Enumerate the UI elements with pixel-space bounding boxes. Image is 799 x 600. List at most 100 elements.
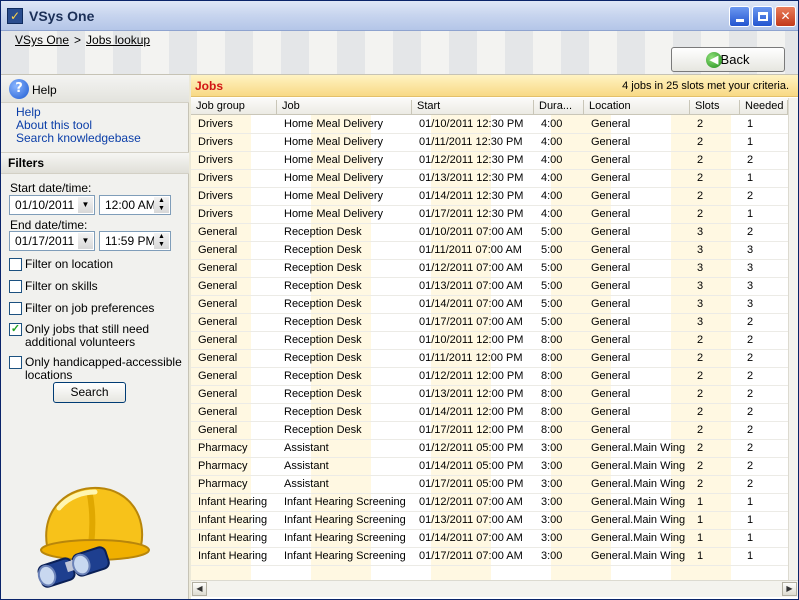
title-bar[interactable]: ✓ VSys One ✕ bbox=[1, 1, 798, 31]
cell-start: 01/17/2011 05:00 PM bbox=[419, 478, 524, 490]
table-row[interactable]: General Reception Desk 01/10/2011 07:00 AM… bbox=[191, 224, 788, 242]
table-row[interactable]: Pharmacy Assistant 01/17/2011 05:00 PM 3:00… bbox=[191, 476, 788, 494]
cell-duration: 8:00 bbox=[541, 334, 563, 346]
cell-slots: 3 bbox=[697, 298, 704, 310]
help-title: Help bbox=[32, 83, 57, 97]
table-row[interactable]: General Reception Desk 01/13/2011 07:00 AM… bbox=[191, 278, 788, 296]
cell-location: General.Main Wing bbox=[591, 460, 686, 472]
cell-slots: 1 bbox=[697, 550, 704, 562]
table-row[interactable]: General Reception Desk 01/11/2011 07:00 AM… bbox=[191, 242, 788, 260]
cell-start: 01/11/2011 07:00 AM bbox=[419, 244, 522, 256]
close-icon: ✕ bbox=[780, 9, 791, 23]
cell-start: 01/17/2011 12:30 PM bbox=[419, 208, 524, 220]
table-row[interactable]: Infant Hearing Infant Hearing Screening 01… bbox=[191, 494, 788, 512]
table-row[interactable]: General Reception Desk 01/12/2011 12:00 PM… bbox=[191, 368, 788, 386]
hardhat-binoculars-icon bbox=[37, 486, 150, 588]
cell-location: General bbox=[591, 388, 631, 400]
checkmark-icon[interactable]: ✓ bbox=[9, 323, 22, 336]
table-row[interactable]: Drivers Home Meal Delivery 01/12/2011 12:3… bbox=[191, 152, 788, 170]
cell-needed: 2 bbox=[747, 352, 754, 364]
spin-updown-icon[interactable]: ▲ ▼ bbox=[154, 197, 169, 213]
table-row[interactable]: Pharmacy Assistant 01/12/2011 05:00 PM 3:00… bbox=[191, 440, 788, 458]
end-date-picker[interactable]: 01/17/2011 ▼ bbox=[9, 231, 95, 251]
jobs-grid[interactable]: Job group Job Start Dura... Location Slo… bbox=[191, 98, 788, 580]
column-header-job-group[interactable]: Job group bbox=[191, 100, 277, 115]
table-row[interactable]: Drivers Home Meal Delivery 01/11/2011 12:3… bbox=[191, 134, 788, 152]
breadcrumb-separator: > bbox=[74, 33, 82, 47]
jobs-summary: 4 jobs in 25 slots met your criteria. bbox=[622, 80, 789, 92]
checkbox-box[interactable] bbox=[9, 280, 22, 293]
vertical-scrollbar[interactable] bbox=[788, 98, 798, 580]
cell-job: Assistant bbox=[284, 478, 329, 490]
table-row[interactable]: General Reception Desk 01/10/2011 12:00 PM… bbox=[191, 332, 788, 350]
column-header-location[interactable]: Location bbox=[584, 100, 690, 115]
checkbox-box[interactable] bbox=[9, 302, 22, 315]
table-row[interactable]: General Reception Desk 01/12/2011 07:00 AM… bbox=[191, 260, 788, 278]
breadcrumb-home-link[interactable]: VSys One bbox=[15, 33, 69, 47]
cell-job: Reception Desk bbox=[284, 406, 362, 418]
back-button[interactable]: ◀ Back bbox=[671, 47, 785, 72]
cell-needed: 3 bbox=[747, 262, 754, 274]
cell-job: Home Meal Delivery bbox=[284, 172, 384, 184]
table-row[interactable]: General Reception Desk 01/11/2011 12:00 PM… bbox=[191, 350, 788, 368]
grid-rows: Drivers Home Meal Delivery 01/10/2011 12:3… bbox=[191, 116, 788, 566]
scroll-right-icon[interactable]: ▶ bbox=[782, 582, 797, 596]
table-row[interactable]: General Reception Desk 01/17/2011 07:00 AM… bbox=[191, 314, 788, 332]
column-header-start[interactable]: Start bbox=[412, 100, 534, 115]
filter-skills-label: Filter on skills bbox=[25, 279, 98, 293]
table-row[interactable]: Pharmacy Assistant 01/14/2011 05:00 PM 3:00… bbox=[191, 458, 788, 476]
table-row[interactable]: Drivers Home Meal Delivery 01/13/2011 12:3… bbox=[191, 170, 788, 188]
start-time-spinner[interactable]: 12:00 AM ▲ ▼ bbox=[99, 195, 171, 215]
column-header-needed[interactable]: Needed bbox=[740, 100, 788, 115]
cell-duration: 5:00 bbox=[541, 226, 563, 238]
table-row[interactable]: Infant Hearing Infant Hearing Screening 01… bbox=[191, 548, 788, 566]
cell-location: General bbox=[591, 352, 631, 364]
horizontal-scrollbar[interactable]: ◀ ▶ bbox=[191, 580, 798, 597]
cell-duration: 3:00 bbox=[541, 442, 563, 454]
cell-slots: 1 bbox=[697, 496, 704, 508]
search-knowledgebase-link[interactable]: Search knowledgebase bbox=[16, 132, 141, 145]
table-row[interactable]: Drivers Home Meal Delivery 01/10/2011 12:3… bbox=[191, 116, 788, 134]
maximize-button[interactable] bbox=[752, 6, 773, 27]
column-header-job[interactable]: Job bbox=[277, 100, 412, 115]
minimize-button[interactable] bbox=[729, 6, 750, 27]
cell-needed: 2 bbox=[747, 370, 754, 382]
cell-duration: 3:00 bbox=[541, 460, 563, 472]
chevron-down-icon[interactable]: ▼ bbox=[78, 197, 93, 213]
table-row[interactable]: Infant Hearing Infant Hearing Screening 01… bbox=[191, 530, 788, 548]
checkbox-box[interactable] bbox=[9, 258, 22, 271]
checkbox-box[interactable] bbox=[9, 356, 22, 369]
spin-updown-icon[interactable]: ▲ ▼ bbox=[154, 233, 169, 249]
end-time-spinner[interactable]: 11:59 PM ▲ ▼ bbox=[99, 231, 171, 251]
cell-slots: 2 bbox=[697, 478, 704, 490]
table-row[interactable]: General Reception Desk 01/14/2011 07:00 AM… bbox=[191, 296, 788, 314]
cell-location: General bbox=[591, 370, 631, 382]
cell-job-group: General bbox=[198, 388, 238, 400]
start-date-picker[interactable]: 01/10/2011 ▼ bbox=[9, 195, 95, 215]
table-row[interactable]: Drivers Home Meal Delivery 01/14/2011 12:3… bbox=[191, 188, 788, 206]
table-row[interactable]: Drivers Home Meal Delivery 01/17/2011 12:3… bbox=[191, 206, 788, 224]
table-row[interactable]: General Reception Desk 01/17/2011 12:00 PM… bbox=[191, 422, 788, 440]
cell-start: 01/13/2011 07:00 AM bbox=[419, 514, 523, 526]
breadcrumb-current-link[interactable]: Jobs lookup bbox=[86, 33, 150, 47]
column-header-slots[interactable]: Slots bbox=[690, 100, 740, 115]
search-button[interactable]: Search bbox=[53, 382, 126, 403]
chevron-down-icon[interactable]: ▼ bbox=[78, 233, 93, 249]
cell-start: 01/13/2011 12:00 PM bbox=[419, 388, 524, 400]
cell-duration: 4:00 bbox=[541, 136, 563, 148]
scroll-left-icon[interactable]: ◀ bbox=[192, 582, 207, 596]
column-header-duration[interactable]: Dura... bbox=[534, 100, 584, 115]
table-row[interactable]: General Reception Desk 01/14/2011 12:00 PM… bbox=[191, 404, 788, 422]
cell-duration: 5:00 bbox=[541, 316, 563, 328]
table-row[interactable]: Infant Hearing Infant Hearing Screening 01… bbox=[191, 512, 788, 530]
cell-job-group: General bbox=[198, 280, 238, 292]
end-datetime-label: End date/time: bbox=[10, 218, 88, 232]
cell-needed: 2 bbox=[747, 406, 754, 418]
close-button[interactable]: ✕ bbox=[775, 6, 796, 27]
table-row[interactable]: General Reception Desk 01/13/2011 12:00 PM… bbox=[191, 386, 788, 404]
cell-job: Infant Hearing Screening bbox=[284, 550, 406, 562]
app-window: ✓ VSys One ✕ VSys One > Jobs lookup ◀ Back… bbox=[0, 0, 799, 600]
cell-job: Reception Desk bbox=[284, 316, 362, 328]
scrollbar-thumb[interactable] bbox=[208, 582, 780, 596]
app-logo-icon: ✓ bbox=[7, 8, 23, 24]
